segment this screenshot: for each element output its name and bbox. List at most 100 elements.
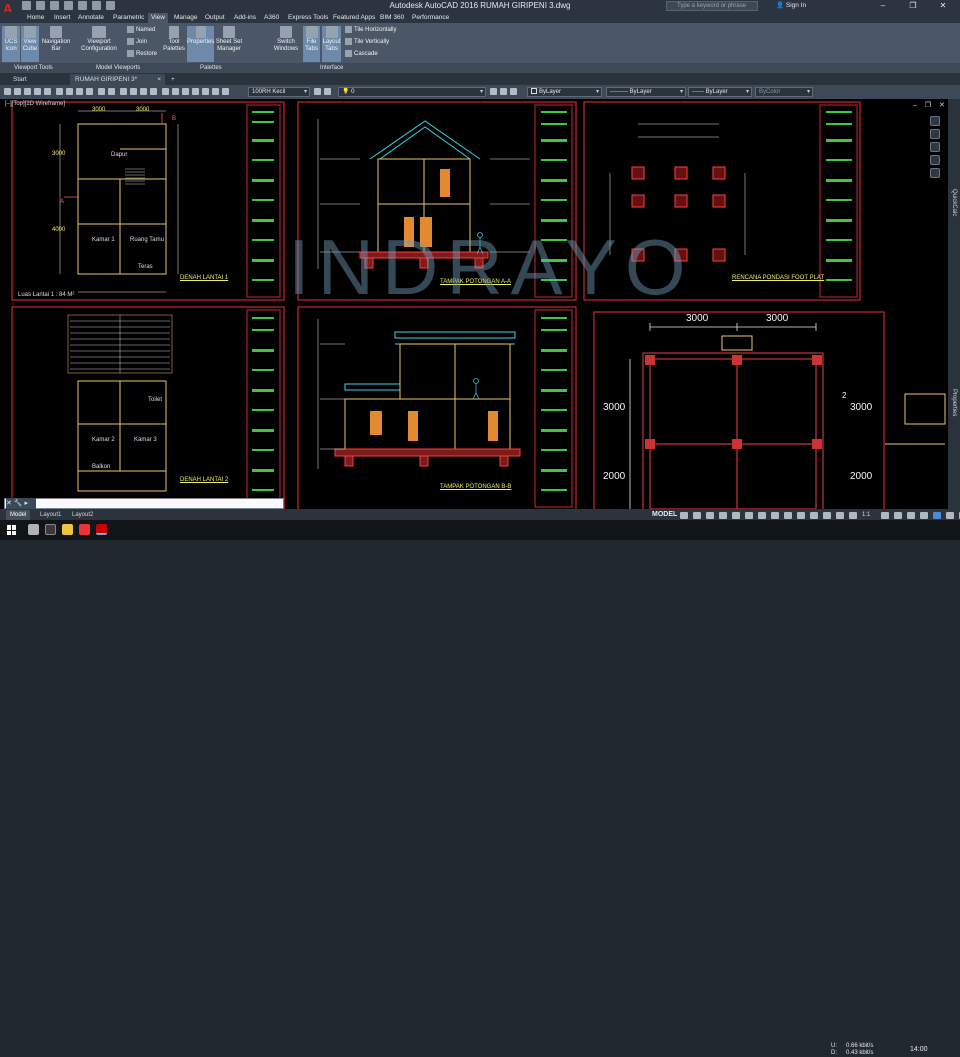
showmotion-icon[interactable] (930, 168, 940, 178)
tab-insert[interactable]: Insert (54, 13, 70, 23)
infer-icon[interactable] (706, 512, 714, 519)
viewport-window-controls[interactable]: – ❐ ✕ (913, 101, 948, 109)
properties-button[interactable]: Properties (187, 26, 214, 62)
new-tab-button[interactable]: + (166, 74, 180, 85)
search-input[interactable]: Type a keyword or phrase (666, 1, 758, 11)
sign-in-button[interactable]: 👤 Sign In (776, 1, 806, 9)
layer-dropdown[interactable]: 💡 0 ▾ (338, 87, 486, 97)
toolbar-print-icon[interactable] (34, 88, 41, 95)
task-view-icon[interactable] (45, 524, 56, 535)
steering-wheel-icon[interactable] (930, 116, 940, 126)
panel-interface[interactable]: Interface (320, 63, 343, 73)
linetype-dropdown[interactable]: ——— ByLayer ▾ (606, 87, 686, 97)
search-taskbar-icon[interactable] (28, 524, 39, 535)
join-viewport-button[interactable]: Join (127, 38, 147, 46)
toolbar-designcenter-icon[interactable] (172, 88, 179, 95)
annotation-scale[interactable]: 1:1 (862, 512, 876, 519)
switch-windows-button[interactable]: Switch Windows (272, 26, 300, 62)
toolbar-new-icon[interactable] (4, 88, 11, 95)
sheet-set-manager-button[interactable]: Sheet Set Manager (215, 26, 243, 62)
pan-icon[interactable] (930, 129, 940, 139)
ortho-icon[interactable] (732, 512, 740, 519)
units-icon[interactable] (907, 512, 915, 519)
toolbar-zoom-prev-icon[interactable] (150, 88, 157, 95)
tool-palettes-button[interactable]: Tool Palettes (162, 26, 186, 62)
tab-model[interactable]: Model (6, 510, 31, 520)
tab-performance[interactable]: Performance (412, 13, 449, 23)
tab-featured-apps[interactable]: Featured Apps (333, 13, 375, 23)
navigation-bar-button[interactable]: Navigation Bar (40, 26, 72, 62)
plotstyle-dropdown[interactable]: ByColor ▾ (755, 87, 813, 97)
toolbar-calc-icon[interactable] (212, 88, 219, 95)
tab-view[interactable]: View (148, 13, 168, 23)
selection-cycling-icon[interactable] (823, 512, 831, 519)
file-tabs-button[interactable]: File Tabs (303, 26, 320, 62)
properties-tab[interactable]: Properties (951, 389, 957, 416)
toolbar-paste-icon[interactable] (76, 88, 83, 95)
system-clock[interactable]: 14:00 (910, 1046, 928, 1053)
view-cube-button[interactable]: View Cube (21, 26, 39, 62)
toolbar-zoom-icon[interactable] (130, 88, 137, 95)
tab-manage[interactable]: Manage (174, 13, 198, 23)
osnap-tracking-icon[interactable] (771, 512, 779, 519)
toolbar-match-icon[interactable] (86, 88, 93, 95)
tab-annotate[interactable]: Annotate (78, 13, 104, 23)
isodraft-icon[interactable] (758, 512, 766, 519)
auto-scale-icon[interactable] (849, 512, 857, 519)
restore-viewport-button[interactable]: Restore (127, 50, 157, 58)
tab-a360[interactable]: A360 (264, 13, 279, 23)
tile-vertically-button[interactable]: Tile Vertically (345, 38, 389, 46)
command-line-input[interactable] (4, 498, 284, 509)
toolbar-preview-icon[interactable] (44, 88, 51, 95)
autocad-taskbar-icon[interactable] (96, 524, 107, 535)
panel-model-viewports[interactable]: Model Viewports (96, 63, 140, 73)
panel-palettes[interactable]: Palettes (200, 63, 222, 73)
workspace-icon[interactable] (881, 512, 889, 519)
tab-layout1[interactable]: Layout1 (36, 510, 65, 520)
isolate-objects-icon[interactable] (946, 512, 954, 519)
layer-previous-icon[interactable] (500, 88, 507, 95)
viewport-controls-label[interactable]: [–][Top][2D Wireframe] (5, 101, 65, 107)
tab-parametric[interactable]: Parametric (113, 13, 144, 23)
lineweight-icon[interactable] (797, 512, 805, 519)
transparency-icon[interactable] (810, 512, 818, 519)
orbit-icon[interactable] (930, 155, 940, 165)
ucs-icon-button[interactable]: UCS Icon (2, 26, 20, 62)
layer-state-icon[interactable] (324, 88, 331, 95)
quick-properties-icon[interactable] (920, 512, 928, 519)
tile-horizontally-button[interactable]: Tile Horizontally (345, 26, 396, 34)
layout-tabs-button[interactable]: Layout Tabs (322, 26, 341, 62)
hardware-acceleration-icon[interactable] (933, 512, 941, 519)
toolbar-sheetset-icon[interactable] (192, 88, 199, 95)
color-dropdown[interactable]: ByLayer ▾ (527, 87, 602, 97)
windows-start-icon[interactable] (7, 525, 17, 535)
tab-layout2[interactable]: Layout2 (68, 510, 97, 520)
annotation-monitor-icon[interactable] (894, 512, 902, 519)
tab-addins[interactable]: Add-ins (234, 13, 256, 23)
close-tab-icon[interactable]: × (157, 74, 161, 85)
toolbar-save-icon[interactable] (24, 88, 31, 95)
toolbar-cut-icon[interactable] (56, 88, 63, 95)
text-style-dropdown[interactable]: 100RH Kecil ▾ (248, 87, 310, 97)
dynamic-input-icon[interactable] (719, 512, 727, 519)
close-button[interactable]: ✕ (928, 0, 958, 12)
model-space-indicator[interactable]: MODEL (652, 511, 677, 518)
layer-match-icon[interactable] (510, 88, 517, 95)
tab-home[interactable]: Home (27, 13, 44, 23)
snap-icon[interactable] (693, 512, 701, 519)
maximize-button[interactable]: ❐ (898, 0, 928, 12)
opera-icon[interactable] (79, 524, 90, 535)
toolbar-zoom-window-icon[interactable] (140, 88, 147, 95)
make-current-icon[interactable] (490, 88, 497, 95)
toolbar-pan-icon[interactable] (120, 88, 127, 95)
minimize-button[interactable]: – (868, 0, 898, 12)
annotation-visibility-icon[interactable] (836, 512, 844, 519)
toolbar-properties-icon[interactable] (162, 88, 169, 95)
tab-start[interactable]: Start (8, 74, 32, 85)
zoom-extents-icon[interactable] (930, 142, 940, 152)
tab-output[interactable]: Output (205, 13, 225, 23)
toolbar-markup-icon[interactable] (202, 88, 209, 95)
toolbar-help-icon[interactable] (222, 88, 229, 95)
viewport-configuration-button[interactable]: Viewport Configuration (78, 26, 120, 62)
command-line-buttons[interactable]: ✕ 🔧 ▸ (6, 498, 36, 509)
